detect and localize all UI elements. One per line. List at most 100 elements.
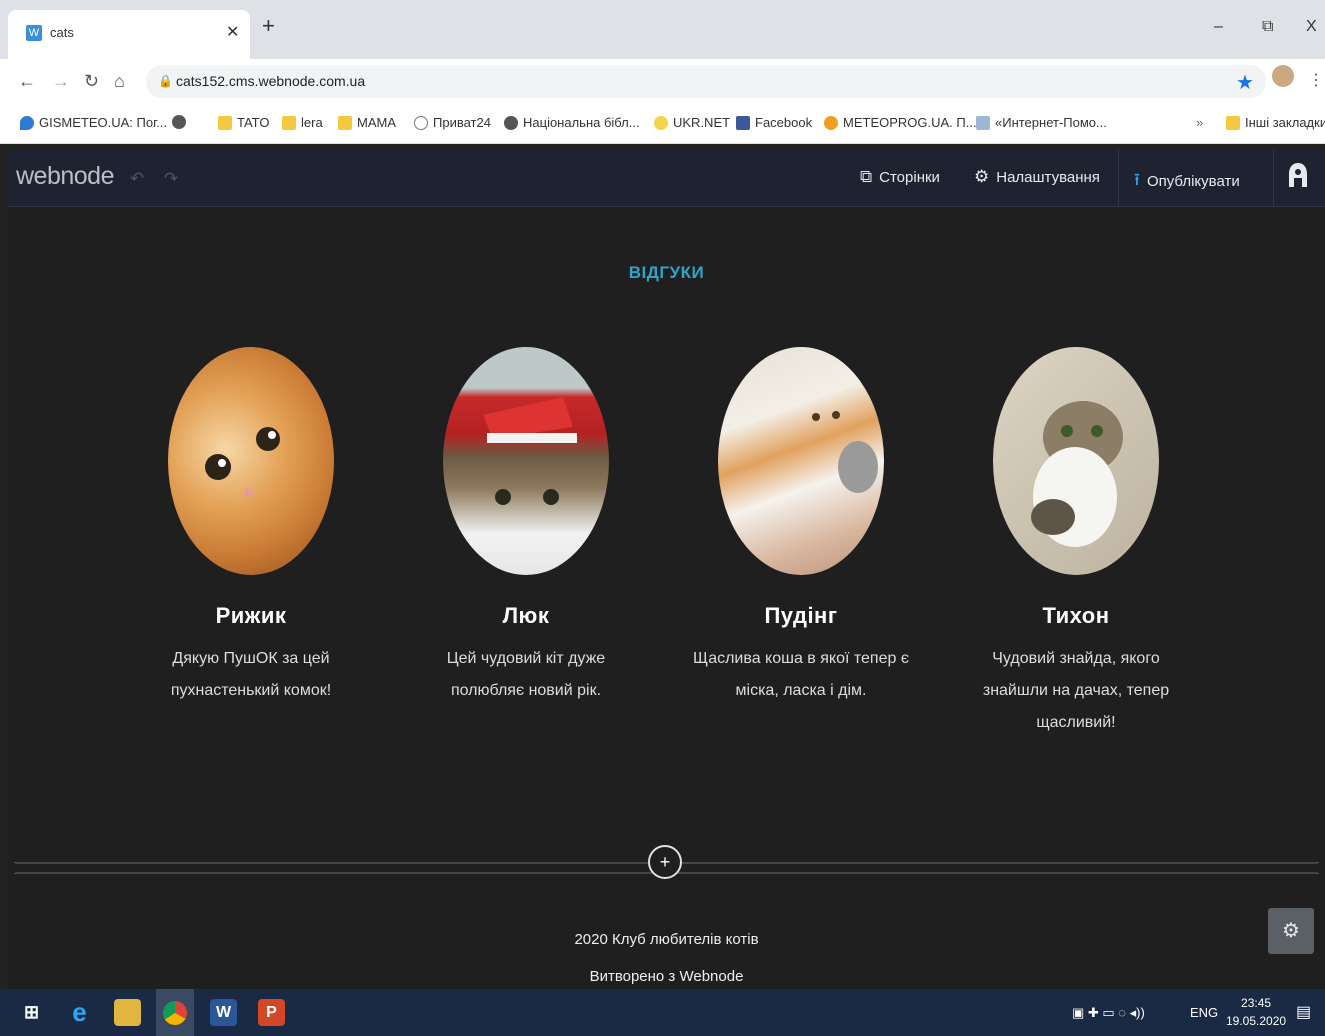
bookmark-label: Національна бібл... [523, 115, 640, 130]
webnode-editor-bar: webnode ↶ ↷ ⧉ Сторінки ⚙ Налаштування ⭱ Опу… [8, 149, 1325, 207]
pages-label: Сторінки [879, 168, 940, 186]
bookmark-mama[interactable]: MAMA [338, 115, 396, 130]
bookmark-label: Інші закладки [1245, 115, 1325, 130]
reload-icon[interactable]: ↻ [84, 71, 99, 92]
new-tab-button[interactable]: + [262, 15, 275, 37]
description-line: Дякую ПушОК за цей [172, 650, 330, 667]
close-window-button[interactable]: X [1306, 18, 1317, 36]
address-bar[interactable]: 🔒 cats152.cms.webnode.com.ua ★ [146, 65, 1266, 98]
account-button[interactable] [1286, 161, 1310, 189]
redo-icon[interactable]: ↷ [164, 169, 178, 189]
gear-icon: ⚙ [974, 167, 990, 186]
cat-description: Цей чудовий кіт дуже полюбляє новий рік. [391, 643, 661, 707]
cat-name: Люк [502, 603, 550, 628]
file-explorer-icon[interactable] [114, 999, 141, 1026]
cat-photo-tykhon [993, 347, 1159, 575]
ukrnet-icon [654, 115, 668, 130]
globe-icon [504, 115, 518, 130]
bookmark-lera[interactable]: lera [282, 115, 323, 130]
back-arrow-icon[interactable]: ← [18, 71, 36, 92]
description-line: щасливий! [1036, 714, 1116, 731]
cat-description: Щаслива коша в якої тепер є міска, ласка… [666, 643, 936, 707]
cat-photo-lyuk [443, 347, 609, 575]
toolbar-divider [1118, 149, 1119, 207]
bookmark-nlu[interactable]: Національна бібл... [504, 115, 640, 130]
settings-label: Налаштування [996, 168, 1100, 186]
cat-name: Рижик [215, 603, 287, 628]
toolbar-divider [1273, 149, 1274, 207]
edge-icon[interactable]: e [66, 999, 93, 1026]
bookmark-privat24[interactable]: Приват24 [414, 115, 491, 130]
bookmark-ukrnet[interactable]: UKR.NET [654, 115, 730, 130]
bookmark-globe[interactable] [172, 115, 186, 129]
clock-date: 19.05.2020 [1226, 1014, 1287, 1028]
section-title: ВІДГУКИ [628, 263, 705, 282]
browser-tab[interactable]: W cats ✕ [8, 10, 250, 59]
bookmark-label: METEOPROG.UA. П... [843, 115, 977, 130]
powerpoint-icon[interactable]: P [258, 999, 285, 1026]
pages-icon: ⧉ [860, 167, 873, 186]
chrome-menu-icon[interactable]: ⋮ [1308, 70, 1324, 90]
cat-photo-ryzhyk [168, 347, 334, 575]
close-tab-icon[interactable]: ✕ [226, 22, 239, 42]
webnode-logo: webnode [16, 162, 114, 190]
tray-icons[interactable]: ▣ ✚ ▭ ◌ ◂)) [1072, 1005, 1145, 1021]
clock-time: 23:45 [1241, 996, 1272, 1010]
chrome-taskbar-button[interactable] [156, 989, 194, 1036]
publish-label: Опублікувати [1146, 173, 1240, 190]
bookmark-star-icon[interactable]: ★ [1236, 70, 1254, 95]
cat-description: Чудовий знайда, якого знайшли на дачах, … [941, 643, 1211, 739]
system-clock[interactable]: 23:45 19.05.2020 [1226, 994, 1286, 1030]
page-settings-gear-icon[interactable]: ⚙ [1268, 908, 1314, 954]
add-section-button[interactable]: + [648, 845, 682, 879]
bookmark-label: «Интернет-Помо... [995, 115, 1107, 130]
folder-icon [338, 115, 352, 130]
other-bookmarks[interactable]: Інші закладки [1226, 115, 1325, 130]
bookmark-label: Приват24 [433, 115, 491, 130]
cat-photo-puding [718, 347, 884, 575]
description-line: пухнастенький комок! [170, 682, 332, 699]
windows-start-icon[interactable]: ⊞ [18, 999, 45, 1026]
bookmark-internet-help[interactable]: «Интернет-Помо... [976, 115, 1107, 130]
bookmark-gismeteo[interactable]: GISMETEO.UA: Пог... [20, 115, 167, 130]
browser-toolbar: ← → ↻ ⌂ 🔒 cats152.cms.webnode.com.ua ★ [0, 59, 1325, 104]
minimize-button[interactable]: – [1214, 18, 1223, 36]
bookmark-label: Facebook [755, 115, 813, 130]
settings-button[interactable]: ⚙ Налаштування [974, 167, 1100, 187]
windows-taskbar: ⊞ e W P ▣ ✚ ▭ ◌ ◂)) ENG 23:45 19.05.2020… [0, 989, 1325, 1036]
testimonial-card: Пудінг Щаслива коша в якої тепер є міска… [666, 347, 936, 707]
cat-name: Тихон [1042, 603, 1110, 628]
publish-button[interactable]: ⭱ Опублікувати [1134, 167, 1240, 196]
bookmarks-bar: GISMETEO.UA: Пог... TATO lera MAMA Прива… [0, 104, 1325, 144]
bookmark-tato[interactable]: TATO [218, 115, 270, 130]
tab-title: cats [50, 25, 74, 40]
folder-icon [282, 115, 296, 130]
chrome-icon [163, 1001, 187, 1025]
bookmark-label: MAMA [357, 115, 396, 130]
privat24-icon [414, 115, 428, 130]
undo-icon[interactable]: ↶ [130, 169, 144, 189]
browser-tab-strip: W cats ✕ + – ⧉ X [0, 0, 1325, 59]
profile-avatar[interactable] [1272, 65, 1294, 87]
description-line: Чудовий знайда, якого [992, 650, 1160, 667]
maximize-button[interactable]: ⧉ [1262, 18, 1273, 36]
bookmark-meteoprog[interactable]: METEOPROG.UA. П... [824, 115, 977, 130]
bookmark-label: TATO [237, 115, 270, 130]
user-icon [1289, 163, 1307, 187]
notifications-icon[interactable]: ▤ [1296, 1002, 1311, 1022]
bookmark-label: lera [301, 115, 323, 130]
testimonial-card: Люк Цей чудовий кіт дуже полюбляє новий … [391, 347, 661, 707]
cat-name: Пудінг [764, 603, 838, 628]
footer-made-with[interactable]: Витворено з Webnode [8, 968, 1325, 985]
word-icon[interactable]: W [210, 999, 237, 1026]
home-icon[interactable]: ⌂ [114, 71, 125, 92]
globe-icon [172, 115, 186, 129]
bookmarks-more-button[interactable]: » [1196, 115, 1203, 130]
language-indicator[interactable]: ENG [1190, 1005, 1218, 1020]
upload-icon: ⭱ [1134, 170, 1140, 189]
lock-icon: 🔒 [158, 74, 173, 88]
bookmark-facebook[interactable]: Facebook [736, 115, 812, 130]
forward-arrow-icon[interactable]: → [52, 71, 70, 92]
pages-button[interactable]: ⧉ Сторінки [860, 167, 940, 187]
facebook-icon [736, 115, 750, 130]
